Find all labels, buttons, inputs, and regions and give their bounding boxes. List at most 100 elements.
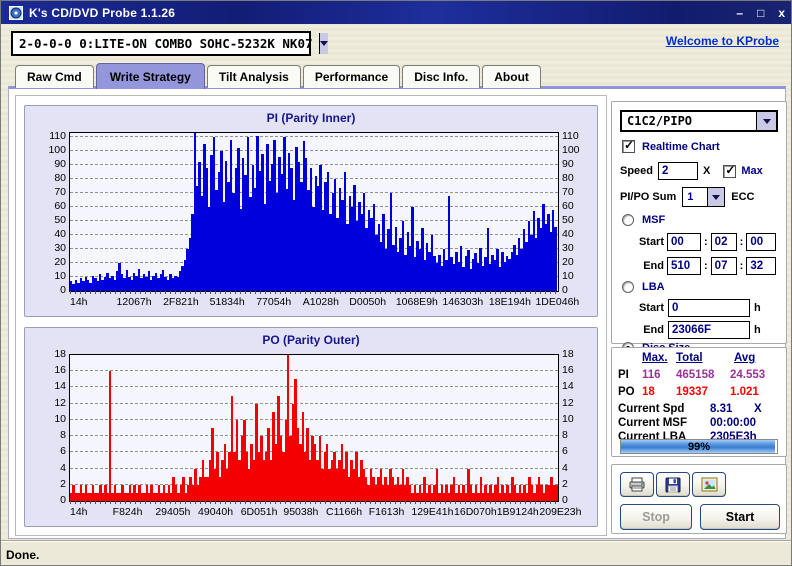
msf-start-sec-input[interactable]: [710, 233, 737, 251]
pi-total: 465158: [676, 369, 715, 381]
lba-label: LBA: [642, 281, 665, 293]
x-axis-tick-label: 14h: [70, 296, 88, 308]
save-image-button[interactable]: [692, 472, 726, 497]
welcome-link[interactable]: Welcome to KProbe: [666, 34, 779, 48]
po-max: 18: [642, 386, 655, 398]
bar: [554, 226, 557, 291]
pipo-sum-select[interactable]: 1: [682, 187, 726, 207]
mode-select-dropdown-button[interactable]: [756, 112, 776, 130]
pi-chart-groupbox: PI (Parity Inner) 0 0 10 10 20 20 30 30 40 40 50 50…: [24, 105, 598, 317]
y-axis-tick-label: 2: [60, 477, 66, 490]
close-button[interactable]: x: [778, 7, 785, 19]
y-axis-tick-label: 90: [54, 158, 66, 171]
print-button[interactable]: [620, 472, 654, 497]
maximize-button[interactable]: □: [757, 7, 764, 19]
y-axis-tick-label: 12: [562, 396, 574, 409]
pipo-sum-dropdown-button[interactable]: [707, 188, 725, 206]
x-axis-tick-label: 95038h: [283, 506, 319, 518]
y-axis-tick-label: 18: [562, 348, 574, 360]
y-axis-tick-label: 10: [54, 412, 66, 425]
x-axis-tick-label: 51834h: [209, 296, 245, 308]
y-axis-tick-label: 80: [54, 172, 66, 185]
y-axis-tick-label: 70: [54, 186, 66, 199]
msf-end-min-input[interactable]: [667, 257, 701, 275]
x-axis-tick-label: 1DE046h: [535, 296, 580, 308]
speed-input[interactable]: [658, 162, 699, 180]
y-axis-tick-label: 14: [54, 380, 66, 393]
msf-separator: :: [739, 260, 744, 272]
msf-radio[interactable]: [622, 214, 634, 226]
x-axis-tick-label: C1166h: [326, 506, 363, 518]
current-msf-value: 00:00:00: [710, 417, 757, 429]
x-axis-tick-label: 12067h: [116, 296, 152, 308]
x-axis-tick-label: 2F821h: [163, 296, 199, 308]
controls-groupbox: C1C2/PIPO Realtime Chart Speed X Max PI/…: [611, 101, 787, 354]
msf-end-sec-input[interactable]: [710, 257, 737, 275]
po-total: 19337: [676, 386, 708, 398]
window-title: K's CD/DVD Probe 1.1.26: [29, 5, 176, 20]
x-axis-tick-label: 49040h: [198, 506, 234, 518]
msf-separator: :: [704, 236, 708, 248]
y-axis-tick-label: 8: [562, 429, 568, 442]
bar: [109, 371, 112, 501]
progress-bar: 99%: [620, 439, 778, 454]
msf-start-min-input[interactable]: [667, 233, 701, 251]
tab-tilt-analysis[interactable]: Tilt Analysis: [206, 65, 301, 88]
y-axis-tick-label: 4: [562, 461, 568, 474]
save-button[interactable]: [656, 472, 690, 497]
stop-button[interactable]: Stop: [620, 504, 692, 530]
msf-separator: :: [739, 236, 744, 248]
y-axis-tick-label: 14: [562, 380, 574, 393]
ecc-label: ECC: [731, 191, 755, 203]
y-axis-tick-label: 4: [60, 461, 66, 474]
max-speed-checkbox[interactable]: [723, 163, 737, 178]
status-text: Done.: [6, 547, 40, 562]
x-axis-tick-label: 1068E9h: [395, 296, 438, 308]
x-axis-tick-label: F824h: [112, 506, 143, 518]
minimize-button[interactable]: –: [736, 7, 743, 19]
current-spd-unit: X: [754, 403, 762, 415]
y-axis-tick-label: 16: [562, 364, 574, 377]
actions-groupbox: Stop Start: [611, 464, 787, 534]
pi-max: 116: [642, 369, 661, 381]
x-axis-tick-label: A1028h: [302, 296, 339, 308]
lba-start-input[interactable]: [668, 299, 750, 317]
tab-write-strategy[interactable]: Write Strategy: [95, 63, 205, 89]
drive-select-dropdown-button[interactable]: [318, 33, 328, 54]
pi-avg: 24.553: [730, 369, 766, 381]
tab-raw-cmd[interactable]: Raw Cmd: [15, 65, 94, 88]
stats-groupbox: Max. Total Avg PI 116 465158 24.553 PO 1…: [611, 347, 787, 457]
mode-select[interactable]: C1C2/PIPO: [620, 110, 778, 132]
y-axis-tick-label: 0: [562, 494, 568, 506]
tab-about[interactable]: About: [482, 65, 541, 88]
save-icon: [665, 477, 681, 492]
x-axis-tick-label: 6D051h: [240, 506, 278, 518]
y-axis-tick-label: 10: [562, 412, 574, 425]
pi-chart-title: PI (Parity Inner): [266, 111, 356, 125]
lba-radio[interactable]: [622, 281, 634, 293]
chevron-down-icon: [712, 194, 721, 200]
y-axis-tick-label: 0: [60, 284, 66, 296]
realtime-chart-checkbox[interactable]: [622, 138, 635, 153]
x-axis-tick-label: 209E23h: [539, 506, 582, 518]
drive-select[interactable]: 2-0-0-0 0:LITE-ON COMBO SOHC-5232K NK07: [11, 31, 328, 56]
start-button[interactable]: Start: [700, 504, 780, 530]
y-axis-tick-label: 110: [562, 130, 579, 143]
y-axis-tick-label: 20: [54, 256, 66, 269]
drive-select-value: 2-0-0-0 0:LITE-ON COMBO SOHC-5232K NK07: [19, 36, 313, 51]
y-axis-tick-label: 30: [562, 242, 574, 255]
msf-start-frame-input[interactable]: [746, 233, 777, 251]
msf-end-frame-input[interactable]: [746, 257, 777, 275]
chevron-down-icon: [319, 41, 328, 46]
y-axis-tick-label: 2: [562, 477, 568, 490]
y-axis-tick-label: 70: [562, 186, 574, 199]
current-spd-value: 8.31: [710, 403, 733, 415]
po-row-label: PO: [618, 386, 635, 398]
speed-label: Speed: [620, 165, 654, 177]
y-axis-tick-label: 6: [60, 445, 66, 458]
title-bar: K's CD/DVD Probe 1.1.26 – □ x: [1, 1, 791, 24]
y-axis-tick-label: 100: [48, 144, 66, 157]
tab-performance[interactable]: Performance: [302, 65, 401, 88]
tab-disc-info[interactable]: Disc Info.: [402, 65, 481, 88]
y-axis-tick-label: 0: [60, 494, 66, 506]
